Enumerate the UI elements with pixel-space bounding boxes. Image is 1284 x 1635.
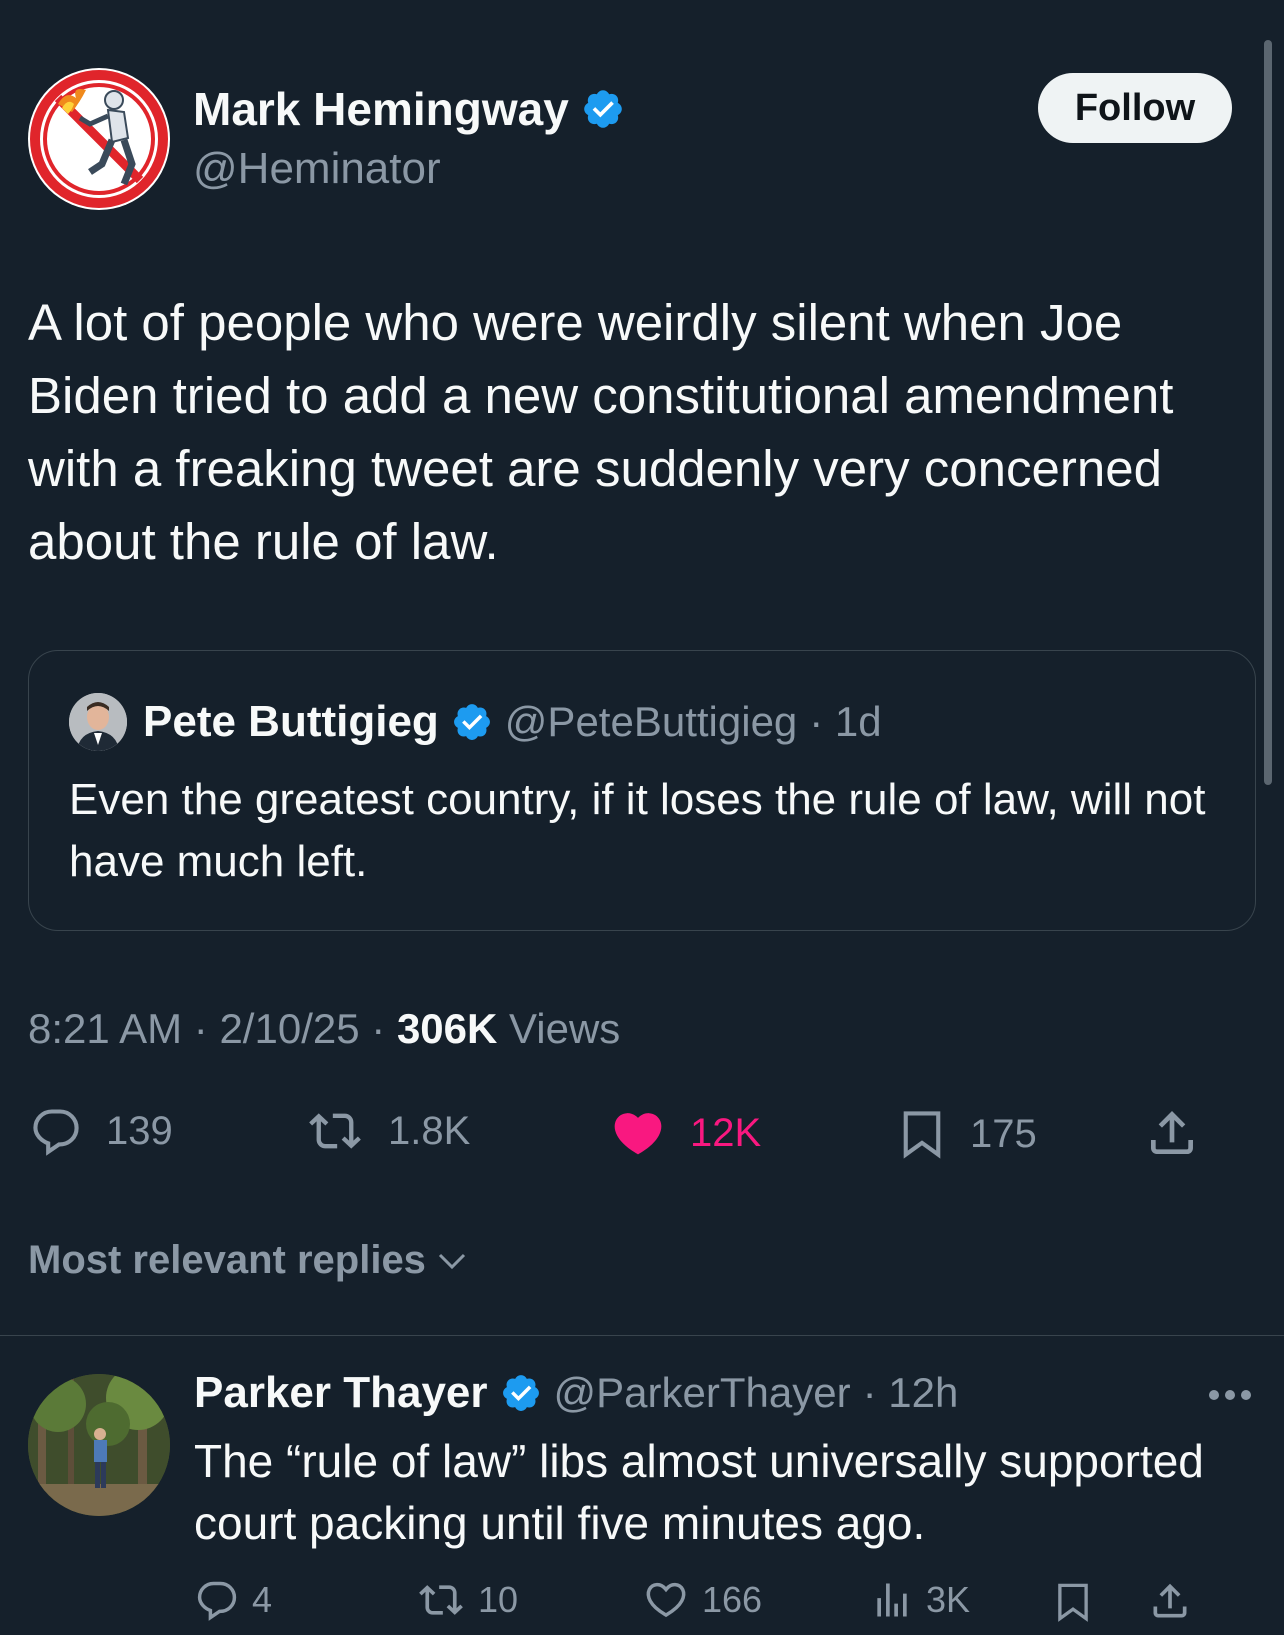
verified-badge-icon <box>453 704 490 740</box>
author-avatar[interactable] <box>28 68 170 210</box>
reply-header: Parker Thayer @ParkerThayer · 12h <box>194 1368 958 1418</box>
chevron-down-icon <box>438 1253 465 1269</box>
reply-count: 139 <box>106 1108 173 1153</box>
quote-avatar[interactable] <box>69 693 127 751</box>
reply-like-button[interactable]: 166 <box>642 1578 762 1622</box>
heart-filled-icon <box>614 1113 662 1155</box>
reply-like-count: 166 <box>702 1579 763 1620</box>
quote-author-handle[interactable]: @PeteButtigieg <box>505 698 797 746</box>
bookmark-icon <box>903 1111 941 1159</box>
author-handle[interactable]: @Heminator <box>193 144 441 194</box>
share-icon <box>1151 1111 1193 1154</box>
scrollbar[interactable] <box>1264 40 1272 785</box>
reply-text: The “rule of law” libs almost universall… <box>194 1435 1204 1549</box>
action-bar: 139 1.8K 12K 175 <box>28 1105 1248 1175</box>
separator: · <box>193 1005 208 1052</box>
reply-repost-button[interactable]: 10 <box>416 1578 518 1622</box>
divider <box>0 1335 1284 1336</box>
repost-count: 1.8K <box>388 1108 471 1153</box>
reply-bookmark-button[interactable] <box>1052 1578 1094 1626</box>
heart-icon <box>646 1582 686 1618</box>
reply-sort-dropdown[interactable]: Most relevant replies <box>28 1238 470 1283</box>
reply-reply-count: 4 <box>252 1579 273 1620</box>
views-count: 306K <box>396 1005 498 1052</box>
tweet-date[interactable]: 2/10/25 <box>219 1005 359 1052</box>
reply-author-avatar[interactable] <box>28 1374 170 1516</box>
verified-badge-icon <box>502 1375 539 1411</box>
tweet-time[interactable]: 8:21 AM <box>28 1005 182 1052</box>
reply-author-handle[interactable]: @ParkerThayer <box>554 1369 851 1417</box>
views-label: Views <box>509 1005 621 1052</box>
reply-share-button[interactable] <box>1148 1578 1192 1624</box>
reply-icon <box>197 1581 237 1621</box>
reply-action-bar: 4 10 166 3K <box>194 1578 1254 1628</box>
bookmark-icon <box>1058 1583 1088 1622</box>
author-name[interactable]: Mark Hemingway <box>193 82 625 136</box>
tweet-meta: 8:21 AM · 2/10/25 · 306K Views <box>28 1005 620 1053</box>
repost-icon <box>309 1113 361 1149</box>
reply-repost-count: 10 <box>478 1579 519 1620</box>
quote-author-name[interactable]: Pete Buttigieg <box>143 697 439 747</box>
verified-badge-icon <box>584 90 622 128</box>
bookmark-count: 175 <box>970 1111 1037 1156</box>
reply-reply-button[interactable]: 4 <box>194 1578 272 1622</box>
repost-button[interactable]: 1.8K <box>304 1105 470 1157</box>
reply-button[interactable]: 139 <box>28 1105 173 1157</box>
tweet-header: Mark Hemingway @Heminator Follow <box>28 68 1232 210</box>
more-icon[interactable] <box>1206 1380 1254 1410</box>
views-icon <box>877 1583 907 1617</box>
reply-author-name[interactable]: Parker Thayer <box>194 1368 488 1418</box>
repost-icon <box>419 1585 463 1615</box>
quote-age: · 1d <box>809 698 882 745</box>
separator: · <box>371 1005 386 1052</box>
quote-header: Pete Buttigieg @PeteButtigieg · 1d <box>69 693 882 751</box>
reply-views-count: 3K <box>926 1579 971 1620</box>
follow-button[interactable]: Follow <box>1038 73 1232 143</box>
share-icon <box>1153 1583 1187 1618</box>
reply-icon <box>33 1109 79 1156</box>
tweet-text: A lot of people who were weirdly silent … <box>28 294 1174 570</box>
quote-text: Even the greatest country, if it loses t… <box>69 775 1206 886</box>
like-count: 12K <box>690 1110 762 1155</box>
share-button[interactable] <box>1144 1105 1200 1161</box>
sort-label: Most relevant replies <box>28 1238 426 1282</box>
author-name-text[interactable]: Mark Hemingway <box>193 82 569 136</box>
quoted-tweet[interactable]: Pete Buttigieg @PeteButtigieg · 1d Even … <box>28 650 1256 931</box>
reply-age: · 12h <box>862 1369 959 1416</box>
like-button[interactable]: 12K <box>608 1105 761 1161</box>
reply-views-button[interactable]: 3K <box>870 1578 970 1622</box>
bookmark-button[interactable]: 175 <box>896 1105 1037 1163</box>
